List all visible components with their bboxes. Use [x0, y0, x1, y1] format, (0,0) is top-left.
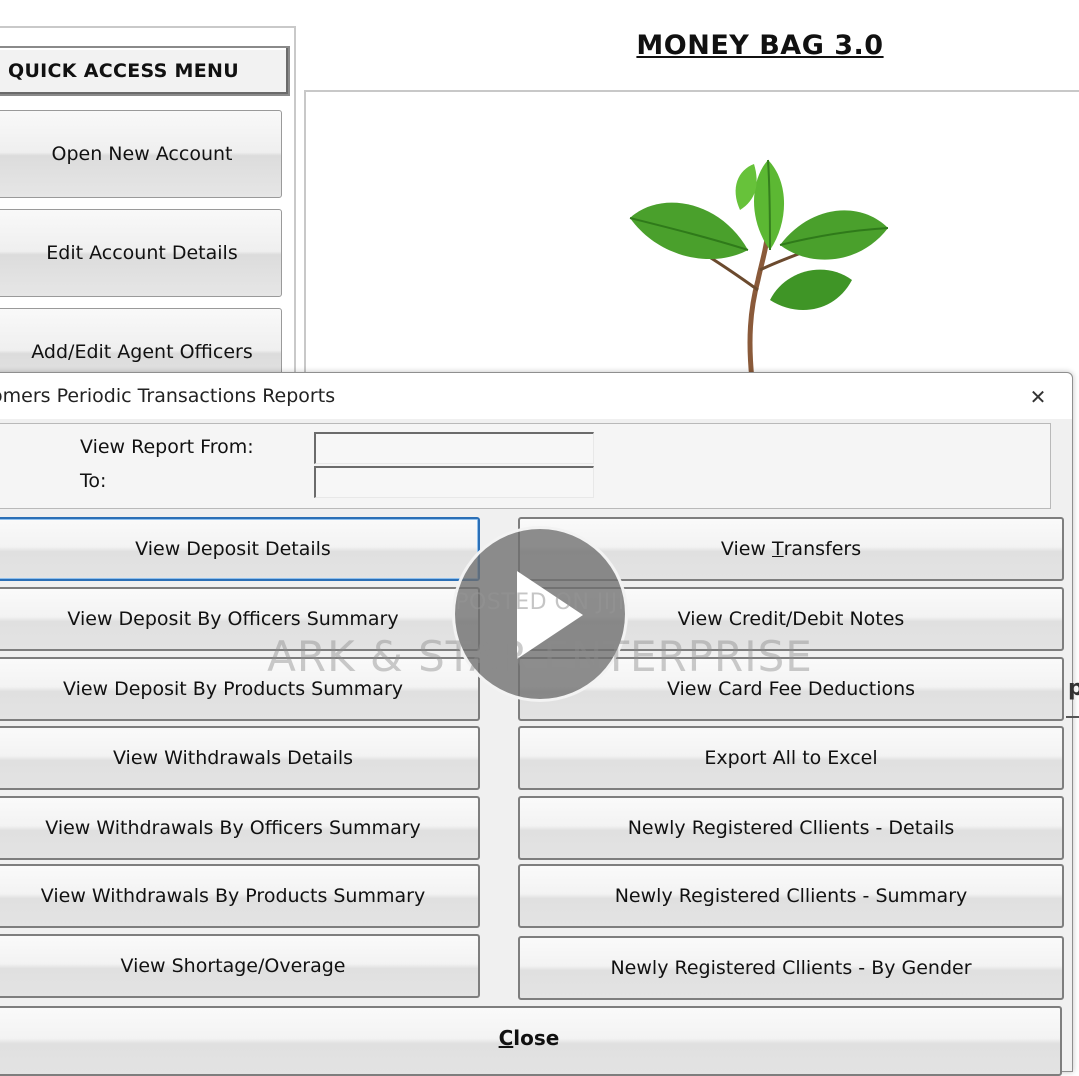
posted-on-watermark: POSTED ON JIJI [455, 590, 625, 615]
clipped-edge-line [1066, 716, 1079, 718]
close-button[interactable]: Close [0, 1006, 1062, 1076]
dialog-titlebar[interactable]: omers Periodic Transactions Reports ✕ [0, 373, 1072, 419]
view-withdrawals-by-products-summary-button[interactable]: View Withdrawals By Products Summary [0, 864, 480, 928]
edit-account-details-button[interactable]: Edit Account Details [0, 209, 282, 297]
report-from-label: View Report From: [80, 436, 254, 458]
report-to-date-input[interactable] [314, 466, 594, 498]
close-icon[interactable]: ✕ [1026, 385, 1050, 409]
report-from-date-input[interactable] [314, 432, 594, 464]
close-label-rest: lose [513, 1026, 560, 1050]
dialog-title: omers Periodic Transactions Reports [0, 385, 336, 407]
view-withdrawals-by-officers-summary-button[interactable]: View Withdrawals By Officers Summary [0, 796, 480, 860]
clipped-edge-glyph: p [1068, 676, 1079, 701]
close-accel-key: C [498, 1026, 514, 1050]
newly-registered-clients-by-gender-button[interactable]: Newly Registered Cllients - By Gender [518, 936, 1064, 1000]
open-new-account-button[interactable]: Open New Account [0, 110, 282, 198]
enterprise-watermark: ARK & STAR ENTERPRISE [267, 632, 813, 681]
view-transfers-accel-key: T [772, 538, 784, 560]
report-to-label: To: [80, 470, 107, 492]
app-title: MONEY BAG 3.0 [636, 30, 884, 61]
date-range-group: View Report From: To: [0, 423, 1051, 509]
newly-registered-clients-summary-button[interactable]: Newly Registered Cllients - Summary [518, 864, 1064, 928]
view-transfers-label-post: ransfers [783, 538, 862, 560]
quick-access-menu-header: QUICK ACCESS MENU [0, 46, 290, 96]
view-deposit-details-button[interactable]: View Deposit Details [0, 517, 480, 581]
plant-sprout-image [629, 159, 889, 380]
export-all-to-excel-button[interactable]: Export All to Excel [518, 726, 1064, 790]
view-shortage-overage-button[interactable]: View Shortage/Overage [0, 934, 480, 998]
newly-registered-clients-details-button[interactable]: Newly Registered Cllients - Details [518, 796, 1064, 860]
view-transfers-label-pre: View [720, 538, 773, 560]
view-withdrawals-details-button[interactable]: View Withdrawals Details [0, 726, 480, 790]
